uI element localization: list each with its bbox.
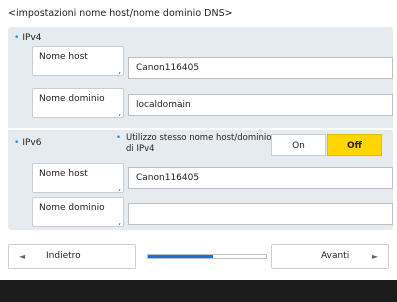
back-button-label: Indietro bbox=[46, 251, 81, 261]
ipv6-domain-field[interactable] bbox=[128, 203, 393, 225]
ipv4-domain-field[interactable]: localdomain bbox=[128, 94, 393, 116]
ipv6-host-label: Nome host bbox=[39, 169, 88, 179]
ipv6-domain-label-button[interactable]: Nome dominio , bbox=[32, 197, 124, 227]
back-button[interactable]: ◄ Indietro bbox=[8, 244, 136, 269]
next-button-label: Avanti bbox=[321, 251, 350, 261]
corner-mark-icon: , bbox=[118, 183, 121, 192]
same-as-ipv4-text: Utilizzo stesso nome host/dominio di IPv… bbox=[126, 133, 272, 154]
ipv6-domain-label: Nome dominio bbox=[39, 203, 105, 213]
ipv4-section-label: • IPv4 bbox=[14, 32, 41, 44]
bullet-icon: • bbox=[116, 133, 122, 143]
toggle-off-button[interactable]: Off bbox=[327, 134, 382, 156]
ipv4-section-text: IPv4 bbox=[22, 33, 42, 43]
page-progress-bar bbox=[147, 254, 267, 259]
corner-mark-icon: , bbox=[118, 217, 121, 226]
settings-panel: • IPv4 Nome host , Canon116405 Nome domin… bbox=[8, 27, 393, 230]
ipv6-section-text: IPv6 bbox=[22, 138, 42, 148]
toggle-on-button[interactable]: On bbox=[271, 134, 326, 156]
footer-bar bbox=[0, 280, 397, 302]
ipv6-host-field[interactable]: Canon116405 bbox=[128, 167, 393, 189]
bullet-icon: • bbox=[14, 33, 20, 43]
same-as-ipv4-label: • Utilizzo stesso nome host/dominio di I… bbox=[116, 133, 276, 155]
ipv6-host-label-button[interactable]: Nome host , bbox=[32, 163, 124, 193]
corner-mark-icon: , bbox=[118, 66, 121, 75]
ipv4-host-label: Nome host bbox=[39, 52, 88, 62]
ipv4-domain-label: Nome dominio bbox=[39, 94, 105, 104]
progress-fill bbox=[148, 255, 213, 258]
bullet-icon: • bbox=[14, 138, 20, 148]
right-arrow-icon: ► bbox=[371, 252, 378, 261]
ipv4-host-label-button[interactable]: Nome host , bbox=[32, 46, 124, 76]
ipv6-section-label: • IPv6 bbox=[14, 137, 41, 149]
left-arrow-icon: ◄ bbox=[19, 252, 26, 261]
next-button[interactable]: Avanti ► bbox=[271, 244, 389, 269]
ipv4-domain-label-button[interactable]: Nome dominio , bbox=[32, 88, 124, 118]
section-divider bbox=[8, 128, 393, 130]
page-title: <impostazioni nome host/nome dominio DNS… bbox=[8, 8, 233, 19]
ipv4-host-field[interactable]: Canon116405 bbox=[128, 57, 393, 79]
corner-mark-icon: , bbox=[118, 108, 121, 117]
